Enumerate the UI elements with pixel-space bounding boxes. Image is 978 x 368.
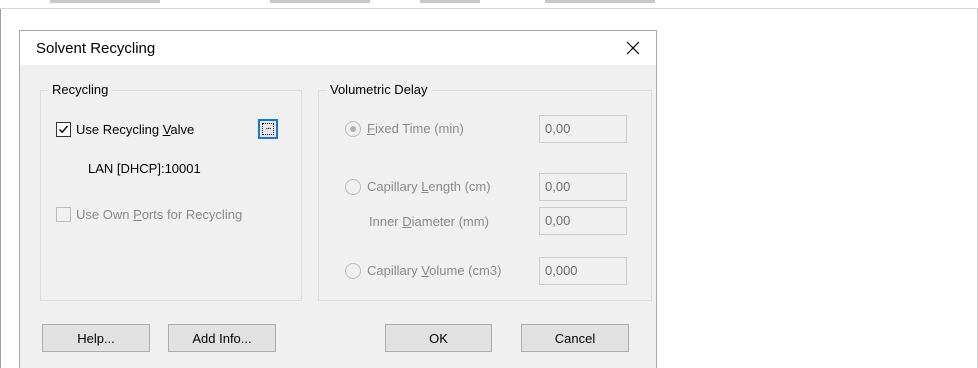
checkmark-icon <box>59 125 69 134</box>
capillary-volume-radio[interactable] <box>345 263 361 279</box>
volumetric-delay-group: Volumetric Delay Fixed Time (min) 0,00 C… <box>318 82 652 301</box>
inner-diameter-label: Inner Diameter (mm) <box>369 214 489 229</box>
fixed-time-input[interactable]: 0,00 <box>539 115 627 143</box>
ellipsis-icon: ... <box>262 122 274 135</box>
background-window-strip <box>40 0 680 7</box>
valve-connection-text: LAN [DHCP]:10001 <box>88 161 201 176</box>
add-info-button[interactable]: Add Info... <box>168 324 276 352</box>
volumetric-delay-group-title: Volumetric Delay <box>327 82 431 97</box>
use-recycling-valve-checkbox[interactable] <box>56 122 71 137</box>
capillary-length-input[interactable]: 0,00 <box>539 173 627 201</box>
fixed-time-label[interactable]: Fixed Time (min) <box>367 121 464 136</box>
capillary-length-radio[interactable] <box>345 179 361 195</box>
close-button[interactable] <box>610 31 656 65</box>
background-border-left <box>0 9 1 368</box>
capillary-volume-label[interactable]: Capillary Volume (cm3) <box>367 263 501 278</box>
background-divider <box>0 8 978 9</box>
recycling-group: Recycling Use Recycling Valve ... LAN [D… <box>40 82 302 301</box>
capillary-length-label[interactable]: Capillary Length (cm) <box>367 179 491 194</box>
radio-selected-dot <box>350 126 356 132</box>
use-own-ports-label[interactable]: Use Own Ports for Recycling <box>76 207 242 222</box>
use-own-ports-checkbox[interactable] <box>56 207 71 222</box>
help-button[interactable]: Help... <box>42 324 150 352</box>
title-bar: Solvent Recycling <box>20 31 656 65</box>
recycling-group-title: Recycling <box>49 82 112 97</box>
capillary-volume-input[interactable]: 0,000 <box>539 257 627 285</box>
fixed-time-radio[interactable] <box>345 121 361 137</box>
inner-diameter-input[interactable]: 0,00 <box>539 207 627 235</box>
browse-valve-button[interactable]: ... <box>258 119 278 139</box>
close-icon <box>626 41 640 55</box>
use-recycling-valve-label[interactable]: Use Recycling Valve <box>76 122 194 137</box>
dialog-title: Solvent Recycling <box>36 40 156 57</box>
solvent-recycling-dialog: Solvent Recycling Recycling Use Recyclin… <box>19 30 657 368</box>
cancel-button[interactable]: Cancel <box>521 324 629 352</box>
ok-button[interactable]: OK <box>385 324 492 352</box>
